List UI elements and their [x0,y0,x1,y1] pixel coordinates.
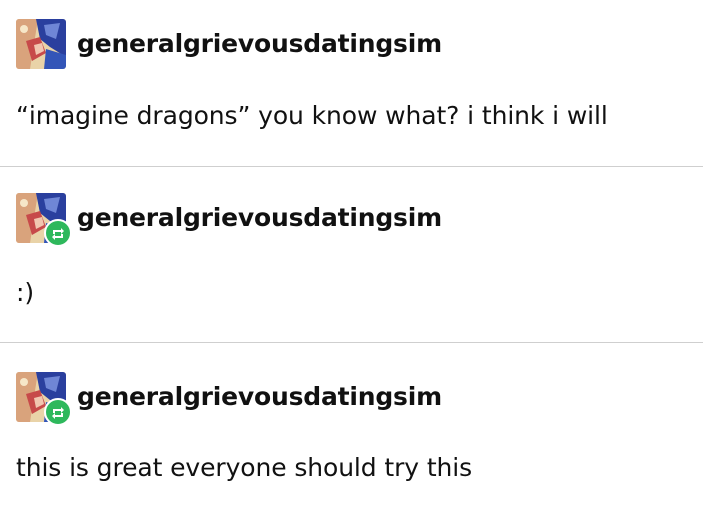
avatar-icon[interactable] [16,19,66,69]
post-text: :) [16,278,34,307]
username[interactable]: generalgrievousdatingsim [77,382,442,412]
post-text: this is great everyone should try this [16,453,473,482]
username[interactable]: generalgrievousdatingsim [77,203,442,233]
post-text: “imagine dragons” you know what? i think… [16,101,608,130]
post: generalgrievousdatingsim :) [0,167,703,342]
reblog-icon [44,398,72,426]
post: generalgrievousdatingsim this is great e… [0,343,703,507]
username[interactable]: generalgrievousdatingsim [77,29,442,59]
post: generalgrievousdatingsim “imagine dragon… [0,0,703,166]
reblog-icon [44,219,72,247]
